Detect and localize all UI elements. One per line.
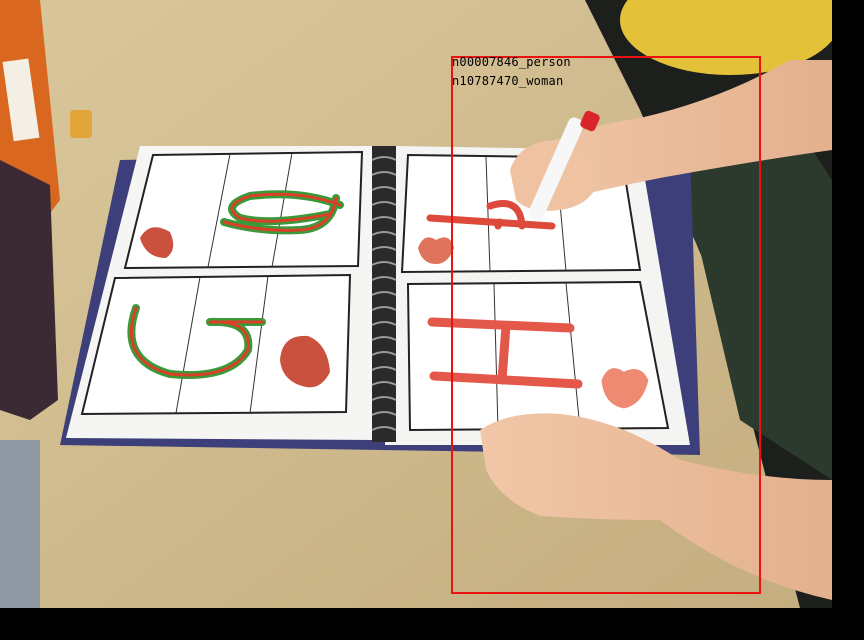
grey-object [0, 440, 40, 608]
photo [0, 0, 832, 608]
purple-book [0, 160, 58, 420]
binder-spiral [371, 146, 397, 442]
annotation-label-woman: n10787470_woman [452, 74, 564, 88]
image-canvas: n00007846_person n10787470_woman [0, 0, 864, 640]
annotation-label-person: n00007846_person [452, 55, 571, 69]
photo-scene [0, 0, 832, 608]
eraser [70, 110, 92, 138]
